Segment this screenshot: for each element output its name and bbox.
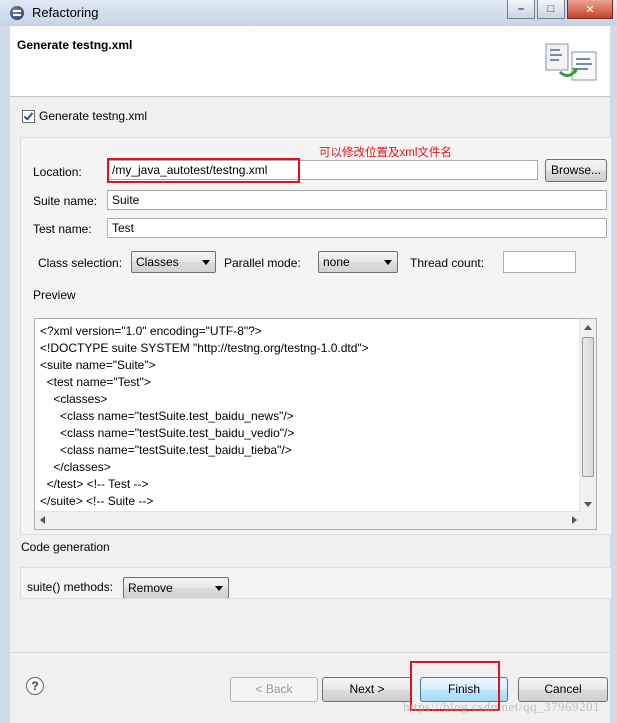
preview-text-area[interactable]: <?xml version="1.0" encoding="UTF-8"?> <… (34, 318, 597, 530)
maximize-button[interactable]: □ (537, 0, 565, 19)
suite-methods-label: suite() methods: (27, 580, 114, 594)
generate-testng-checkbox[interactable] (22, 109, 35, 123)
help-icon[interactable]: ? (26, 677, 44, 695)
eclipse-icon (10, 6, 24, 20)
button-bar: ? < Back Next > Finish Cancel https://bl… (10, 652, 610, 723)
back-button[interactable]: < Back (230, 677, 318, 702)
horizontal-scrollbar[interactable] (35, 511, 582, 529)
scrollbar-thumb[interactable] (582, 337, 594, 477)
settings-group: 可以修改位置及xml文件名 Location: /my_java_autotes… (20, 137, 612, 535)
preview-label: Preview (33, 288, 76, 302)
refactor-wizard-icon (545, 43, 597, 81)
parallel-mode-label: Parallel mode: (224, 256, 301, 270)
highlight-box-location (107, 158, 300, 183)
scroll-right-icon[interactable] (572, 516, 577, 524)
window-controls: – □ ✕ (505, 0, 613, 19)
class-selection-dropdown[interactable]: Classes (131, 251, 216, 273)
page-title: Generate testng.xml (17, 38, 133, 52)
suite-methods-dropdown[interactable]: Remove (123, 577, 229, 598)
class-selection-label: Class selection: (38, 256, 123, 270)
location-label: Location: (33, 165, 82, 179)
browse-button[interactable]: Browse... (545, 159, 607, 182)
chevron-down-icon (384, 260, 392, 265)
wizard-content: Generate testng.xml 可以修改位置及xml文件名 Locati… (10, 97, 612, 652)
preview-content: <?xml version="1.0" encoding="UTF-8"?> <… (40, 324, 369, 508)
thread-count-label: Thread count: (410, 256, 485, 270)
vertical-scrollbar[interactable] (579, 319, 596, 513)
suite-name-label: Suite name: (33, 194, 98, 208)
chevron-down-icon (215, 586, 223, 591)
test-name-label: Test name: (33, 222, 92, 236)
close-button[interactable]: ✕ (567, 0, 613, 19)
generate-testng-option[interactable]: Generate testng.xml (22, 109, 147, 123)
chevron-down-icon (202, 260, 210, 265)
title-bar: Refactoring – □ ✕ (0, 0, 617, 26)
class-selection-value: Classes (136, 255, 179, 269)
code-generation-label: Code generation (21, 540, 110, 554)
window-frame-left (0, 26, 10, 722)
window-title: Refactoring (32, 5, 99, 20)
parallel-mode-value: none (323, 255, 350, 269)
annotation-note: 可以修改位置及xml文件名 (319, 147, 452, 159)
suite-name-input[interactable]: Suite (107, 190, 607, 210)
scrollbar-corner (580, 512, 596, 529)
wizard-header: Generate testng.xml (10, 26, 610, 97)
suite-methods-value: Remove (128, 581, 173, 595)
code-generation-group: suite() methods: Remove (20, 567, 612, 599)
scroll-left-icon[interactable] (40, 516, 45, 524)
test-name-input[interactable]: Test (107, 218, 607, 238)
scroll-down-icon[interactable] (584, 502, 592, 507)
watermark-text: https://blog.csdn.net/qq_37969201 (402, 699, 600, 714)
thread-count-input[interactable] (503, 251, 576, 273)
generate-testng-label: Generate testng.xml (39, 109, 148, 123)
next-button[interactable]: Next > (322, 677, 412, 702)
scroll-up-icon[interactable] (584, 325, 592, 330)
parallel-mode-dropdown[interactable]: none (318, 251, 398, 273)
minimize-button[interactable]: – (507, 0, 535, 19)
